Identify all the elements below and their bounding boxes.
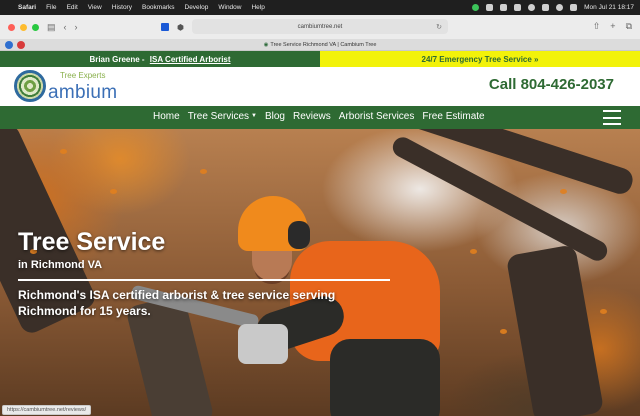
address-bar[interactable]: cambiumtree.net ↻ <box>192 19 448 34</box>
menu-window[interactable]: Window <box>218 4 241 11</box>
forward-chevron-icon[interactable]: › <box>75 22 78 32</box>
nav-links: Home Tree Services ▼ Blog Reviews Arboris… <box>153 111 485 122</box>
leaf <box>110 189 117 194</box>
screenshot-icon[interactable] <box>500 4 508 11</box>
logo-wordmark[interactable]: ambium <box>40 82 117 104</box>
nav-arborist-services[interactable]: Arborist Services <box>339 111 415 122</box>
close-window-button[interactable] <box>8 23 15 31</box>
tab-overview-icon[interactable]: ⧉ <box>626 21 632 32</box>
extension-icon[interactable] <box>161 23 169 31</box>
menu-file[interactable]: File <box>46 4 56 11</box>
menu-view[interactable]: View <box>88 4 102 11</box>
search-icon[interactable] <box>556 4 564 11</box>
active-tab[interactable]: ◉ Tree Service Richmond VA | Cambium Tree <box>0 42 640 48</box>
new-tab-icon[interactable]: + <box>610 21 615 32</box>
arborist-name: Brian Greene <box>89 54 140 64</box>
zoom-window-button[interactable] <box>32 23 39 31</box>
chainsaw-body <box>238 324 288 364</box>
address-url: cambiumtree.net <box>297 23 343 30</box>
menu-bookmarks[interactable]: Bookmarks <box>142 4 175 11</box>
main-nav: Home Tree Services ▼ Blog Reviews Arboris… <box>0 106 640 129</box>
credit-separator: - <box>139 54 147 64</box>
hero-subtitle: in Richmond VA <box>18 259 103 271</box>
isa-certified-link[interactable]: ISA Certified Arborist <box>150 55 231 64</box>
leaf <box>60 149 67 154</box>
control-center-icon[interactable] <box>570 4 578 11</box>
nav-tree-services-label: Tree Services <box>187 111 250 122</box>
menu-app-name[interactable]: Safari <box>18 4 36 11</box>
tab-bar: ◉ Tree Service Richmond VA | Cambium Tree <box>0 39 640 51</box>
menu-edit[interactable]: Edit <box>67 4 78 11</box>
hero-divider <box>18 279 390 281</box>
leaf <box>600 309 607 314</box>
toolbar-actions: ⇧ + ⧉ <box>593 21 632 32</box>
arborist-credit: Brian Greene - ISA Certified Arborist <box>0 51 320 67</box>
shield-icon[interactable]: ⬢ <box>177 23 184 32</box>
menu-history[interactable]: History <box>112 4 132 11</box>
menubar-clock[interactable]: Mon Jul 21 18:17 <box>584 4 634 11</box>
leaf <box>500 329 507 334</box>
hero-title: Tree Service <box>18 228 166 256</box>
battery-icon[interactable] <box>528 4 536 11</box>
app-status-icon[interactable] <box>472 4 480 11</box>
ear-protection <box>288 221 310 249</box>
leaf <box>560 189 567 194</box>
site-topbar: Brian Greene - ISA Certified Arborist 24… <box>0 51 640 67</box>
emergency-service-link[interactable]: 24/7 Emergency Tree Service » <box>320 51 640 67</box>
tab-title: Tree Service Richmond VA | Cambium Tree <box>270 42 377 48</box>
logo-name: ambium <box>48 82 118 103</box>
leaf <box>200 169 207 174</box>
hero-description: Richmond's ISA certified arborist & tree… <box>18 288 336 318</box>
link-status-bar: https://cambiumtree.net/reviews/ <box>2 405 92 415</box>
menubar-tray: Mon Jul 21 18:17 <box>472 4 640 11</box>
arborist-harness <box>330 339 440 416</box>
tray-icon[interactable] <box>514 4 522 11</box>
nav-reviews[interactable]: Reviews <box>293 111 331 122</box>
nav-free-estimate[interactable]: Free Estimate <box>422 111 484 122</box>
hero-section: Tree Service in Richmond VA Richmond's I… <box>0 129 640 416</box>
back-chevron-icon[interactable]: ‹ <box>64 22 67 32</box>
site-header: Tree Experts ambium Call 804-426-2037 <box>0 67 640 106</box>
hamburger-menu-icon[interactable] <box>603 110 621 125</box>
logo-tagline[interactable]: Tree Experts <box>60 71 106 80</box>
nav-tree-services[interactable]: Tree Services ▼ <box>188 111 257 122</box>
reload-icon[interactable]: ↻ <box>436 23 442 31</box>
share-icon[interactable]: ⇧ <box>593 21 601 32</box>
sidebar-toggle-icon[interactable]: ▤ <box>47 22 56 33</box>
menu-help[interactable]: Help <box>251 4 264 11</box>
tab-favicon: ◉ <box>263 42 269 48</box>
menu-develop[interactable]: Develop <box>185 4 209 11</box>
caret-down-icon: ▼ <box>251 113 257 120</box>
minimize-window-button[interactable] <box>20 23 27 31</box>
nav-home[interactable]: Home <box>153 111 180 122</box>
nav-blog[interactable]: Blog <box>265 111 285 122</box>
safari-toolbar: ▤ ‹ › ⬢ cambiumtree.net ↻ ⇧ + ⧉ <box>0 15 640 39</box>
window-controls <box>0 23 39 31</box>
macos-menubar: Safari File Edit View History Bookmarks … <box>0 0 640 15</box>
screen: Safari File Edit View History Bookmarks … <box>0 0 640 416</box>
tray-app-icon[interactable] <box>486 4 494 11</box>
wifi-icon[interactable] <box>542 4 550 11</box>
tree-trunk <box>505 244 605 416</box>
phone-link[interactable]: Call 804-426-2037 <box>489 76 614 93</box>
leaf <box>470 249 477 254</box>
